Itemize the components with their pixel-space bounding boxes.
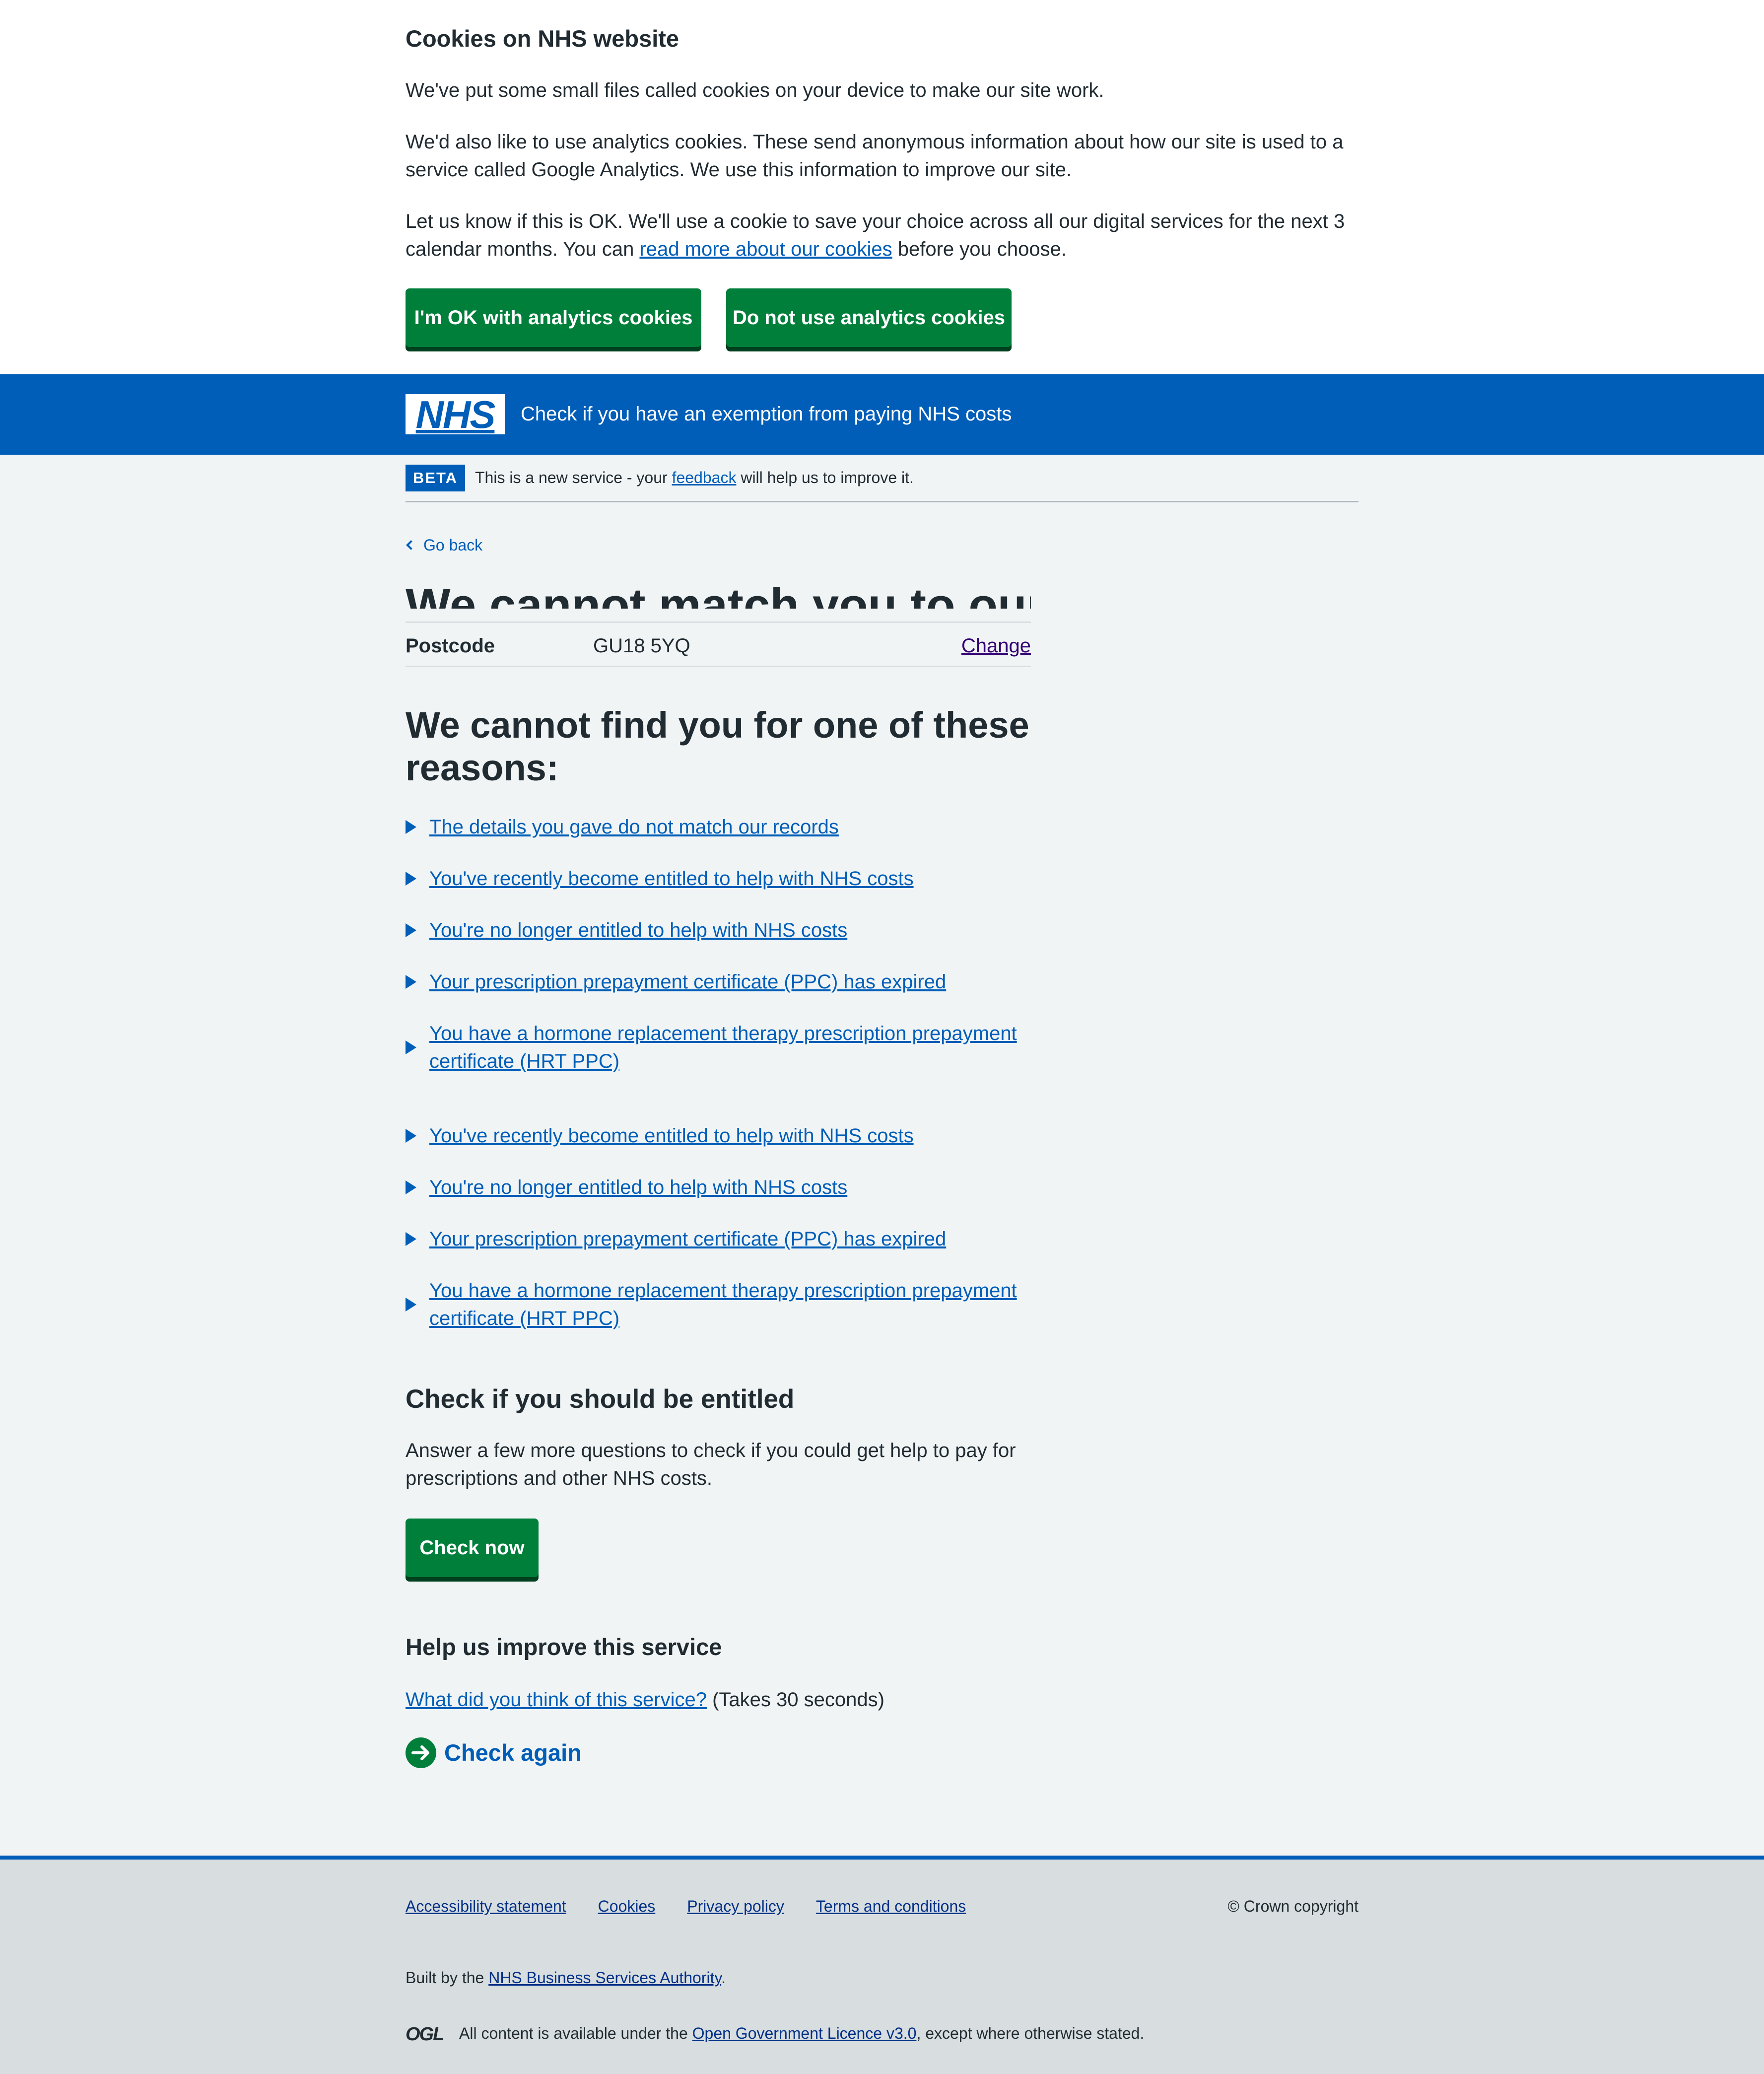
beta-banner: BETA This is a new service - your feedba… xyxy=(406,455,1358,502)
page-heading: We cannot match you to our records xyxy=(406,579,1031,609)
nhs-logo[interactable]: NHS xyxy=(406,394,505,434)
check-now-button[interactable]: Check now xyxy=(406,1519,539,1577)
triangle-right-icon xyxy=(406,1180,416,1194)
triangle-right-icon xyxy=(406,923,416,937)
beta-text: This is a new service - your feedback wi… xyxy=(475,469,914,486)
service-name[interactable]: Check if you have an exemption from payi… xyxy=(521,400,1012,428)
triangle-right-icon xyxy=(406,975,416,989)
go-back-link[interactable]: Go back xyxy=(406,533,482,557)
entitled-text: Answer a few more questions to check if … xyxy=(406,1440,1016,1489)
feedback-link[interactable]: feedback xyxy=(672,469,737,486)
reason-details-item[interactable]: Your prescription prepayment certificate… xyxy=(406,968,1031,996)
beta-tag: BETA xyxy=(406,465,465,491)
cookie-banner-text-3: Let us know if this is OK. We'll use a c… xyxy=(406,210,1345,260)
triangle-right-icon xyxy=(406,1129,416,1143)
licence-text: All content is available under the Open … xyxy=(459,2024,1145,2042)
reason-details-item[interactable]: Your prescription prepayment certificate… xyxy=(406,1225,1031,1253)
cookie-banner-text-1: We've put some small files called cookie… xyxy=(406,79,1104,101)
cookie-policy-link[interactable]: read more about our cookies xyxy=(639,238,892,260)
ogl-logo: OGL xyxy=(406,2024,444,2045)
arrow-right-circle-icon xyxy=(406,1737,436,1768)
improve-text: What did you think of this service? (Tak… xyxy=(406,1689,884,1711)
reason-details-item[interactable]: You've recently become entitled to help … xyxy=(406,865,1031,893)
triangle-right-icon xyxy=(406,820,416,834)
reason-details-item[interactable]: You've recently become entitled to help … xyxy=(406,1122,1031,1150)
cookie-banner: Cookies on NHS website We've put some sm… xyxy=(0,0,1764,374)
reason-details-item[interactable]: You're no longer entitled to help with N… xyxy=(406,916,1031,944)
reason-details-item[interactable]: The details you gave do not match our re… xyxy=(406,813,1031,841)
cookie-banner-text-2: We'd also like to use analytics cookies.… xyxy=(406,131,1344,181)
footer-links: Accessibility statement Cookies Privacy … xyxy=(406,1894,998,1918)
change-postcode-link[interactable]: Change xyxy=(961,632,1031,660)
footer-link-terms[interactable]: Terms and conditions xyxy=(816,1894,966,1918)
improve-heading: Help us improve this service xyxy=(406,1634,722,1660)
reason-details-item[interactable]: You're no longer entitled to help with N… xyxy=(406,1174,1031,1201)
triangle-right-icon xyxy=(406,1040,416,1054)
site-footer: Accessibility statement Cookies Privacy … xyxy=(0,1856,1764,2074)
copyright: © Crown copyright xyxy=(1227,1897,1358,1915)
triangle-right-icon xyxy=(406,1232,416,1246)
summary-key: Postcode xyxy=(406,635,495,657)
triangle-right-icon xyxy=(406,872,416,886)
footer-link-accessibility[interactable]: Accessibility statement xyxy=(406,1894,566,1918)
reasons-heading: We cannot find you for one of these reas… xyxy=(406,704,1029,788)
survey-link[interactable]: What did you think of this service? xyxy=(406,1689,707,1711)
chevron-left-icon xyxy=(406,540,416,550)
accept-analytics-cookies-button[interactable]: I'm OK with analytics cookies xyxy=(406,288,701,347)
reason-details-item[interactable]: You have a hormone replacement therapy p… xyxy=(406,1277,1031,1332)
nhsbsa-link[interactable]: NHS Business Services Authority xyxy=(488,1969,721,1987)
summary-row-postcode: Postcode GU18 5YQ Change xyxy=(406,622,1031,667)
cookie-banner-title: Cookies on NHS website xyxy=(406,25,679,52)
summary-value: GU18 5YQ xyxy=(593,635,690,657)
ogl-licence-link[interactable]: Open Government Licence v3.0 xyxy=(692,2024,917,2042)
page-heading-clipped: We cannot match you to our records xyxy=(406,576,1031,609)
site-header: NHS Check if you have an exemption from … xyxy=(0,374,1764,455)
footer-link-privacy[interactable]: Privacy policy xyxy=(687,1894,784,1918)
reject-analytics-cookies-button[interactable]: Do not use analytics cookies xyxy=(726,288,1012,347)
footer-link-cookies[interactable]: Cookies xyxy=(598,1894,656,1918)
reason-details-item[interactable]: You have a hormone replacement therapy p… xyxy=(406,1020,1031,1075)
check-again-link[interactable]: Check again xyxy=(406,1737,582,1768)
built-by-text: Built by the NHS Business Services Autho… xyxy=(406,1969,726,1987)
entitled-heading: Check if you should be entitled xyxy=(406,1384,795,1414)
triangle-right-icon xyxy=(406,1298,416,1312)
